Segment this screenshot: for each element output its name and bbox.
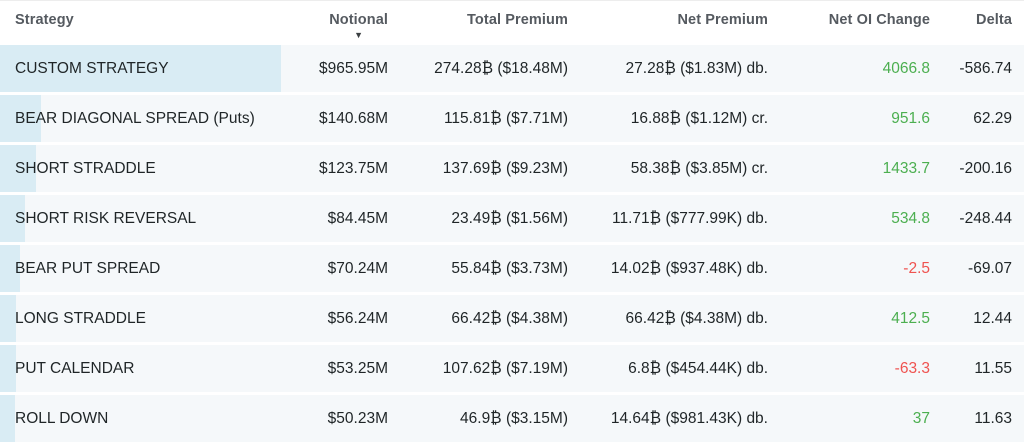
net-premium-value: 14.64₿ ($981.43K) db. — [580, 410, 780, 428]
strategy-cell: SHORT STRADDLE — [0, 145, 300, 192]
net-premium-value: 14.02₿ ($937.48K) db. — [580, 260, 780, 278]
notional-bar — [0, 295, 16, 342]
column-header-net-oi-change[interactable]: Net OI Change — [780, 12, 942, 28]
column-header-notional[interactable]: Notional ▼ — [300, 12, 400, 40]
total-premium-value: 46.9₿ ($3.15M) — [400, 410, 580, 428]
strategy-cell: BEAR PUT SPREAD — [0, 245, 300, 292]
delta-value: -200.16 — [942, 160, 1024, 178]
strategy-cell: PUT CALENDAR — [0, 345, 300, 392]
column-header-delta[interactable]: Delta — [942, 12, 1024, 28]
delta-value: -248.44 — [942, 210, 1024, 228]
strategy-name: CUSTOM STRATEGY — [15, 60, 169, 78]
table-body: CUSTOM STRATEGY $965.95M 274.28₿ ($18.48… — [0, 45, 1024, 442]
delta-value: 62.29 — [942, 110, 1024, 128]
strategy-cell: SHORT RISK REVERSAL — [0, 195, 300, 242]
column-header-total-premium[interactable]: Total Premium — [400, 12, 580, 28]
notional-value: $56.24M — [300, 310, 400, 328]
notional-value: $50.23M — [300, 410, 400, 428]
net-oi-change-value: 534.8 — [780, 210, 942, 228]
table-header: Strategy Notional ▼ Total Premium Net Pr… — [0, 1, 1024, 45]
table-row[interactable]: CUSTOM STRATEGY $965.95M 274.28₿ ($18.48… — [0, 45, 1024, 92]
notional-value: $53.25M — [300, 360, 400, 378]
net-oi-change-value: 4066.8 — [780, 60, 942, 78]
table-row[interactable]: LONG STRADDLE $56.24M 66.42₿ ($4.38M) 66… — [0, 295, 1024, 342]
column-header-net-premium[interactable]: Net Premium — [580, 12, 780, 28]
delta-value: 12.44 — [942, 310, 1024, 328]
net-oi-change-value: -63.3 — [780, 360, 942, 378]
total-premium-value: 115.81₿ ($7.71M) — [400, 110, 580, 128]
table-row[interactable]: PUT CALENDAR $53.25M 107.62₿ ($7.19M) 6.… — [0, 345, 1024, 392]
net-oi-change-value: 37 — [780, 410, 942, 428]
table-row[interactable]: SHORT RISK REVERSAL $84.45M 23.49₿ ($1.5… — [0, 195, 1024, 242]
strategy-cell: ROLL DOWN — [0, 395, 300, 442]
net-oi-change-value: -2.5 — [780, 260, 942, 278]
net-premium-value: 11.71₿ ($777.99K) db. — [580, 210, 780, 228]
table-row[interactable]: BEAR PUT SPREAD $70.24M 55.84₿ ($3.73M) … — [0, 245, 1024, 292]
total-premium-value: 107.62₿ ($7.19M) — [400, 360, 580, 378]
table-row[interactable]: ROLL DOWN $50.23M 46.9₿ ($3.15M) 14.64₿ … — [0, 395, 1024, 442]
net-premium-value: 6.8₿ ($454.44K) db. — [580, 360, 780, 378]
net-oi-change-value: 1433.7 — [780, 160, 942, 178]
notional-value: $84.45M — [300, 210, 400, 228]
column-header-notional-label: Notional — [329, 12, 388, 28]
table-row[interactable]: SHORT STRADDLE $123.75M 137.69₿ ($9.23M)… — [0, 145, 1024, 192]
notional-bar — [0, 345, 16, 392]
strategy-name: SHORT STRADDLE — [15, 160, 156, 178]
strategy-name: ROLL DOWN — [15, 410, 108, 428]
net-premium-value: 16.88₿ ($1.12M) cr. — [580, 110, 780, 128]
notional-value: $965.95M — [300, 60, 400, 78]
net-premium-value: 27.28₿ ($1.83M) db. — [580, 60, 780, 78]
net-premium-value: 66.42₿ ($4.38M) db. — [580, 310, 780, 328]
sort-descending-icon[interactable]: ▼ — [354, 30, 363, 40]
strategy-name: BEAR PUT SPREAD — [15, 260, 160, 278]
notional-value: $123.75M — [300, 160, 400, 178]
strategy-name: PUT CALENDAR — [15, 360, 134, 378]
strategy-name: BEAR DIAGONAL SPREAD (Puts) — [15, 110, 255, 128]
total-premium-value: 55.84₿ ($3.73M) — [400, 260, 580, 278]
net-premium-value: 58.38₿ ($3.85M) cr. — [580, 160, 780, 178]
notional-value: $70.24M — [300, 260, 400, 278]
strategy-name: LONG STRADDLE — [15, 310, 146, 328]
strategy-cell: CUSTOM STRATEGY — [0, 45, 300, 92]
strategy-cell: BEAR DIAGONAL SPREAD (Puts) — [0, 95, 300, 142]
table-row[interactable]: BEAR DIAGONAL SPREAD (Puts) $140.68M 115… — [0, 95, 1024, 142]
delta-value: 11.63 — [942, 410, 1024, 428]
column-header-strategy[interactable]: Strategy — [0, 12, 300, 28]
strategy-name: SHORT RISK REVERSAL — [15, 210, 196, 228]
delta-value: -586.74 — [942, 60, 1024, 78]
notional-bar — [0, 395, 15, 442]
strategy-cell: LONG STRADDLE — [0, 295, 300, 342]
delta-value: 11.55 — [942, 360, 1024, 378]
total-premium-value: 23.49₿ ($1.56M) — [400, 210, 580, 228]
total-premium-value: 274.28₿ ($18.48M) — [400, 60, 580, 78]
delta-value: -69.07 — [942, 260, 1024, 278]
total-premium-value: 66.42₿ ($4.38M) — [400, 310, 580, 328]
notional-value: $140.68M — [300, 110, 400, 128]
net-oi-change-value: 951.6 — [780, 110, 942, 128]
strategy-table: Strategy Notional ▼ Total Premium Net Pr… — [0, 0, 1024, 446]
net-oi-change-value: 412.5 — [780, 310, 942, 328]
total-premium-value: 137.69₿ ($9.23M) — [400, 160, 580, 178]
